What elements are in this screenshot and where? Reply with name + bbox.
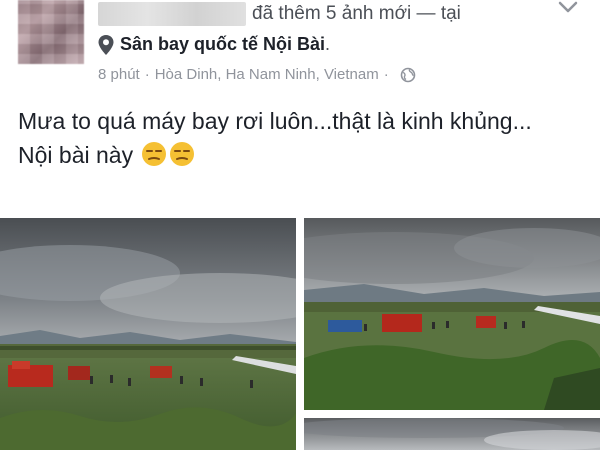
unamused-face-icon [170, 142, 195, 166]
post-photo[interactable] [304, 418, 600, 450]
post-photo[interactable] [0, 218, 296, 450]
facebook-post: đã thêm 5 ảnh mới — tại Sân bay quốc tế … [0, 0, 600, 450]
post-action-text: đã thêm 5 ảnh mới — tại [252, 3, 461, 24]
author-name-blurred[interactable] [98, 2, 246, 26]
post-place[interactable]: Hòa Dinh, Ha Nam Ninh, Vietnam [155, 66, 379, 83]
meta-separator: · [144, 66, 150, 83]
location-suffix: . [325, 34, 331, 54]
post-text-line: Mưa to quá máy bay rơi luôn...thật là ki… [18, 108, 532, 134]
chevron-down-icon[interactable] [556, 0, 580, 18]
location-row: Sân bay quốc tế Nội Bài . [98, 34, 330, 55]
post-text-line-2: Nội bài này [18, 142, 134, 168]
map-pin-icon [98, 34, 114, 55]
post-meta: 8 phút · Hòa Dinh, Ha Nam Ninh, Vietnam … [98, 66, 416, 83]
photo-scene-crash-site [0, 218, 296, 450]
post-body: Mưa to quá máy bay rơi luôn...thật là ki… [18, 104, 583, 172]
post-text-line: Nội bài này [18, 138, 583, 172]
globe-icon[interactable] [400, 67, 416, 83]
avatar[interactable] [18, 0, 84, 64]
post-photo[interactable] [304, 218, 600, 410]
photo-scene-crash-site [304, 218, 600, 410]
meta-separator: · [383, 66, 389, 83]
location-link[interactable]: Sân bay quốc tế Nội Bài [120, 34, 325, 55]
unamused-face-icon [142, 142, 167, 166]
photo-scene-crash-site [304, 418, 600, 450]
post-timestamp[interactable]: 8 phút [98, 66, 140, 83]
